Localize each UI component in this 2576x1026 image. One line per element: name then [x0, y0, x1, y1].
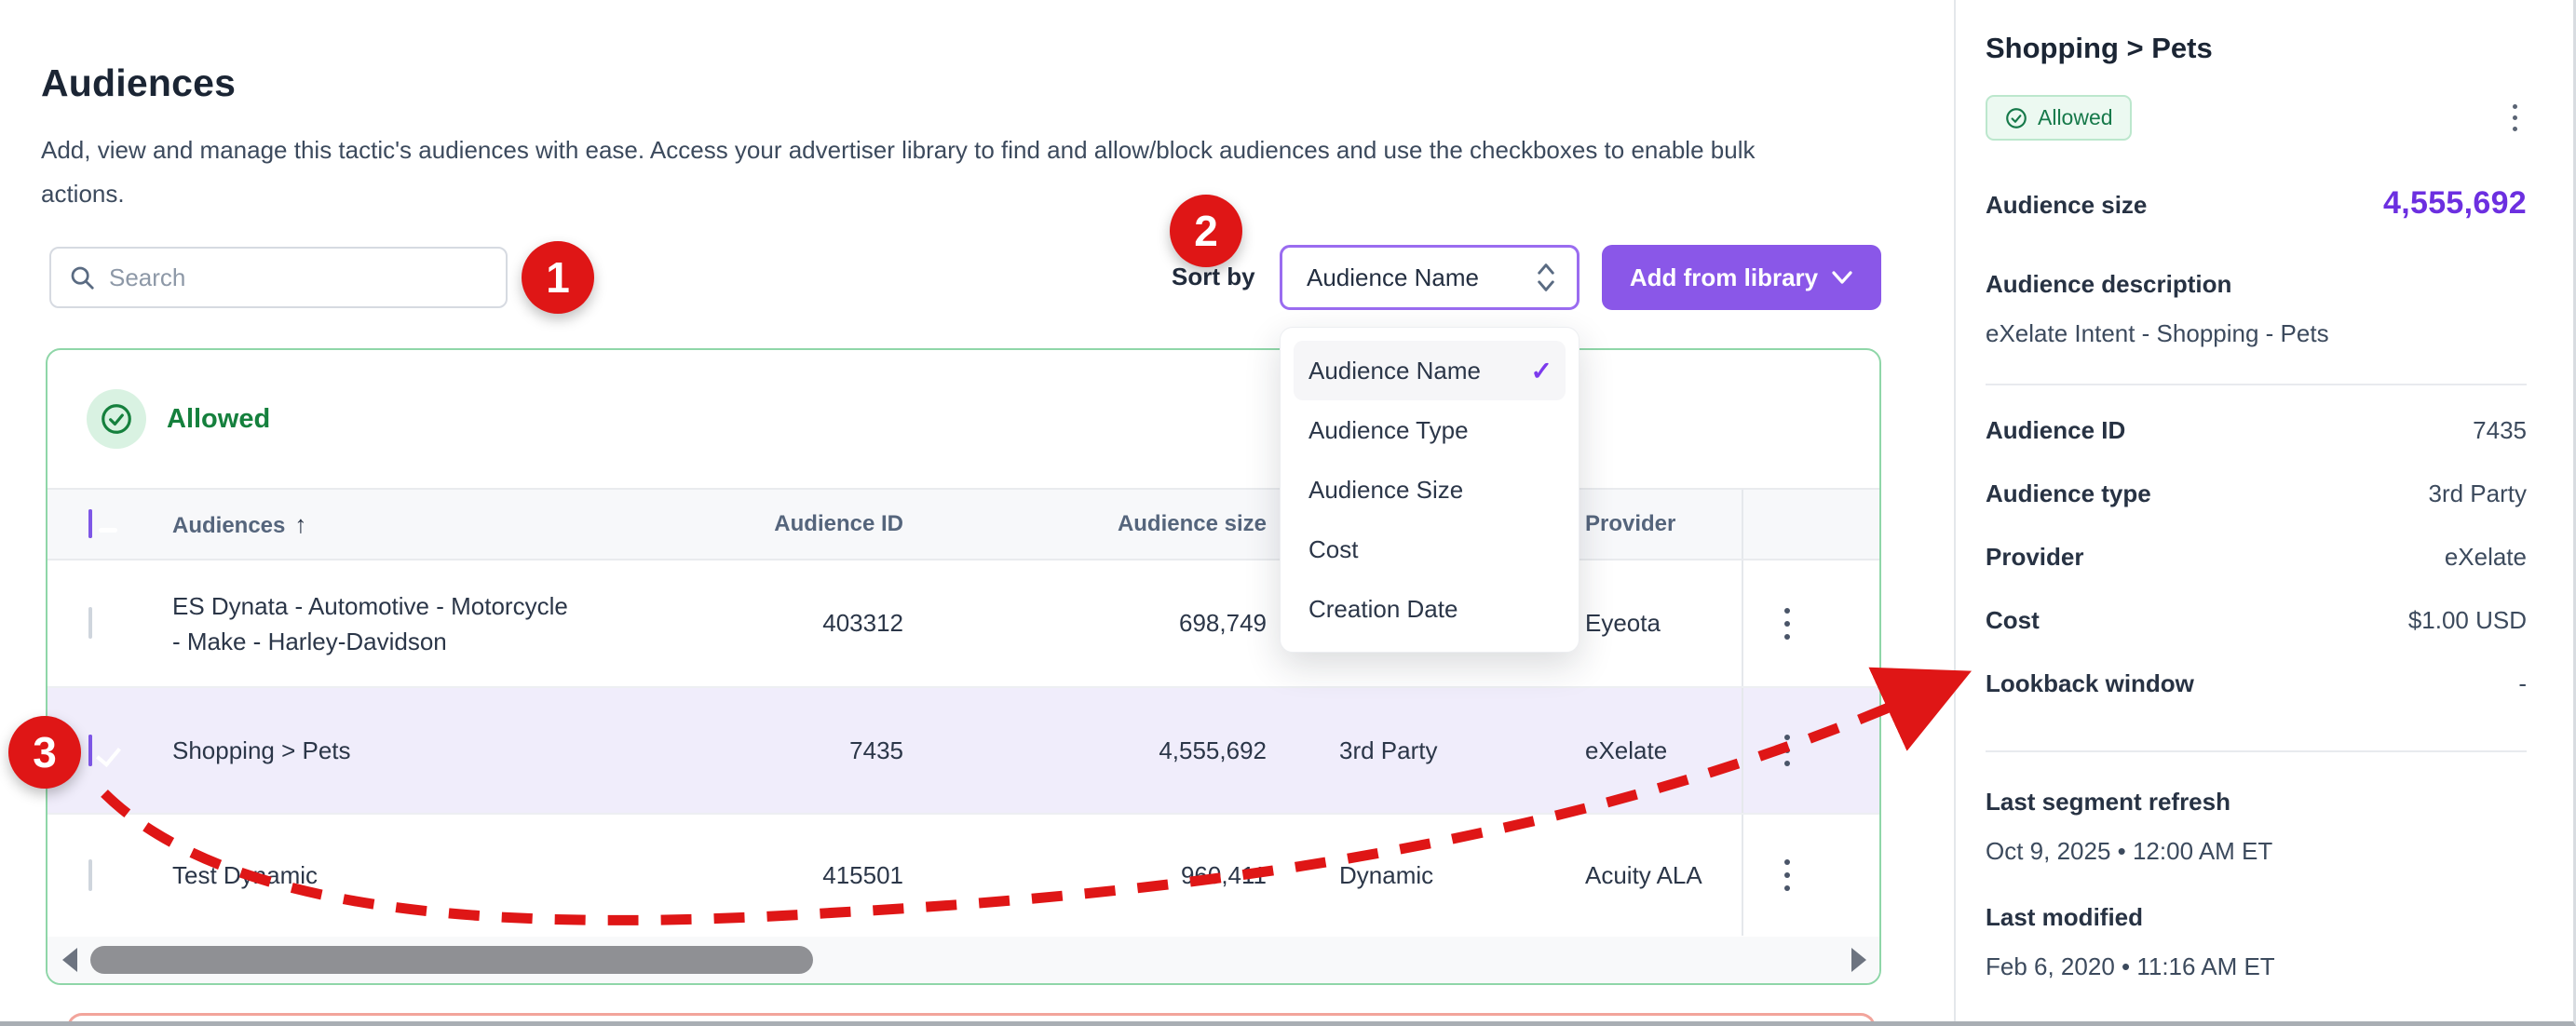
- sort-ascending-icon: ↑: [294, 510, 306, 538]
- sort-menu-item-audience-type[interactable]: Audience Type: [1294, 400, 1566, 460]
- status-badge: Allowed: [1986, 95, 2132, 141]
- allowed-section-card: Allowed Audiences↑ Audience ID Audience …: [46, 348, 1881, 985]
- table-row-selected[interactable]: Shopping > Pets 7435 4,555,692 3rd Party…: [47, 688, 1879, 815]
- sort-menu-item-label: Audience Type: [1308, 416, 1469, 445]
- sort-menu-item-creation-date[interactable]: Creation Date: [1294, 579, 1566, 639]
- sort-menu-item-label: Audience Name: [1308, 357, 1481, 385]
- chevron-down-icon: [1831, 270, 1853, 285]
- chevron-up-down-icon: [1534, 262, 1558, 293]
- sort-select-value: Audience Name: [1307, 263, 1479, 292]
- table-row[interactable]: ES Dynata - Automotive - Motorcycle - Ma…: [47, 560, 1879, 688]
- field-audience-type: Audience type 3rd Party: [1986, 462, 2527, 525]
- sort-menu-item-label: Audience Size: [1308, 476, 1463, 505]
- field-provider: Provider eXelate: [1986, 525, 2527, 588]
- sort-by-label: Sort by: [1172, 263, 1255, 291]
- field-cost: Cost $1.00 USD: [1986, 588, 2527, 652]
- annotation-step-1: 1: [522, 241, 594, 314]
- search-icon: [68, 263, 96, 291]
- add-from-library-label: Add from library: [1630, 263, 1818, 292]
- row-checkbox[interactable]: [88, 859, 92, 891]
- last-segment-refresh-label: Last segment refresh: [1986, 788, 2527, 817]
- audience-size-value: 4,555,692: [2383, 185, 2527, 222]
- sort-menu-item-audience-size[interactable]: Audience Size: [1294, 460, 1566, 520]
- allowed-check-icon: [87, 389, 146, 449]
- audience-size-cell: 698,749: [903, 609, 1267, 638]
- row-checkbox[interactable]: [88, 735, 92, 766]
- column-header-audiences[interactable]: Audiences↑: [172, 510, 596, 539]
- column-header-audience-size[interactable]: Audience size: [903, 511, 1267, 537]
- audience-description-label: Audience description: [1986, 270, 2527, 299]
- page-title: Audiences: [41, 61, 236, 105]
- sort-menu-item-cost[interactable]: Cost: [1294, 520, 1566, 579]
- check-icon: ✓: [1531, 356, 1552, 386]
- scroll-right-icon[interactable]: [1851, 948, 1866, 972]
- scrollbar-thumb[interactable]: [90, 946, 813, 974]
- audience-size-label: Audience size: [1986, 191, 2147, 220]
- row-checkbox[interactable]: [88, 607, 92, 639]
- table-row[interactable]: Test Dynamic 415501 960,411 Dynamic Acui…: [47, 815, 1879, 936]
- add-from-library-button[interactable]: Add from library: [1602, 245, 1881, 310]
- details-title: Shopping > Pets: [1986, 32, 2527, 65]
- annotation-step-3: 3: [8, 716, 81, 789]
- table-header-row: Audiences↑ Audience ID Audience size Pro…: [47, 488, 1879, 560]
- sort-menu-item-audience-name[interactable]: Audience Name ✓: [1294, 341, 1566, 400]
- kebab-icon: [2513, 104, 2517, 109]
- sort-menu: Audience Name ✓ Audience Type Audience S…: [1280, 327, 1579, 653]
- horizontal-scrollbar[interactable]: [47, 937, 1879, 983]
- row-actions-menu[interactable]: [1742, 560, 1831, 686]
- details-actions-menu[interactable]: [2503, 99, 2527, 137]
- audience-details-panel: Shopping > Pets Allowed Audience size 4,…: [1954, 0, 2573, 1026]
- audience-id-cell: 415501: [596, 861, 903, 890]
- kebab-icon: [1784, 859, 1790, 891]
- column-header-audience-id[interactable]: Audience ID: [596, 511, 903, 537]
- field-audience-id: Audience ID 7435: [1986, 398, 2527, 462]
- audience-id-cell: 7435: [596, 736, 903, 765]
- audience-name-cell: Test Dynamic: [172, 857, 596, 893]
- sort-menu-item-label: Cost: [1308, 535, 1358, 564]
- audiences-screen: Audiences Add, view and manage this tact…: [0, 0, 2576, 1026]
- last-modified-value: Feb 6, 2020 • 11:16 AM ET: [1986, 952, 2527, 981]
- row-actions-menu[interactable]: [1742, 815, 1831, 936]
- audience-size-cell: 4,555,692: [903, 736, 1267, 765]
- allowed-section-title: Allowed: [167, 404, 270, 435]
- divider: [1986, 384, 2527, 385]
- scroll-left-icon[interactable]: [62, 948, 77, 972]
- search-box[interactable]: [49, 247, 508, 308]
- audience-name-cell: Shopping > Pets: [172, 733, 596, 768]
- column-header-actions: [1742, 490, 1831, 559]
- allowed-check-icon: [2004, 106, 2028, 130]
- sort-select[interactable]: Audience Name: [1280, 245, 1579, 310]
- sort-menu-item-label: Creation Date: [1308, 595, 1457, 624]
- select-all-checkbox[interactable]: [88, 509, 92, 538]
- page-description: Add, view and manage this tactic's audie…: [41, 128, 1810, 216]
- provider-cell: eXelate: [1518, 736, 1742, 765]
- audience-size-cell: 960,411: [903, 861, 1267, 890]
- audience-type-cell: 3rd Party: [1267, 736, 1518, 765]
- annotation-step-2: 2: [1170, 195, 1242, 267]
- audience-description-value: eXelate Intent - Shopping - Pets: [1986, 319, 2527, 348]
- provider-cell: Acuity ALA: [1518, 861, 1742, 890]
- blocked-section-card-edge: [67, 1013, 1876, 1026]
- last-segment-refresh-value: Oct 9, 2025 • 12:00 AM ET: [1986, 837, 2527, 866]
- kebab-icon: [1784, 735, 1790, 766]
- audience-id-cell: 403312: [596, 609, 903, 638]
- row-actions-menu[interactable]: [1742, 688, 1831, 813]
- audience-name-cell: ES Dynata - Automotive - Motorcycle - Ma…: [172, 588, 596, 659]
- last-modified-label: Last modified: [1986, 903, 2527, 932]
- allowed-section-header: Allowed: [47, 350, 1879, 488]
- search-input[interactable]: [109, 263, 489, 292]
- audience-type-cell: Dynamic: [1267, 861, 1518, 890]
- kebab-icon: [1784, 608, 1790, 640]
- main-content: Audiences Add, view and manage this tact…: [0, 0, 1954, 1026]
- field-lookback-window: Lookback window -: [1986, 652, 2527, 715]
- divider: [1986, 750, 2527, 752]
